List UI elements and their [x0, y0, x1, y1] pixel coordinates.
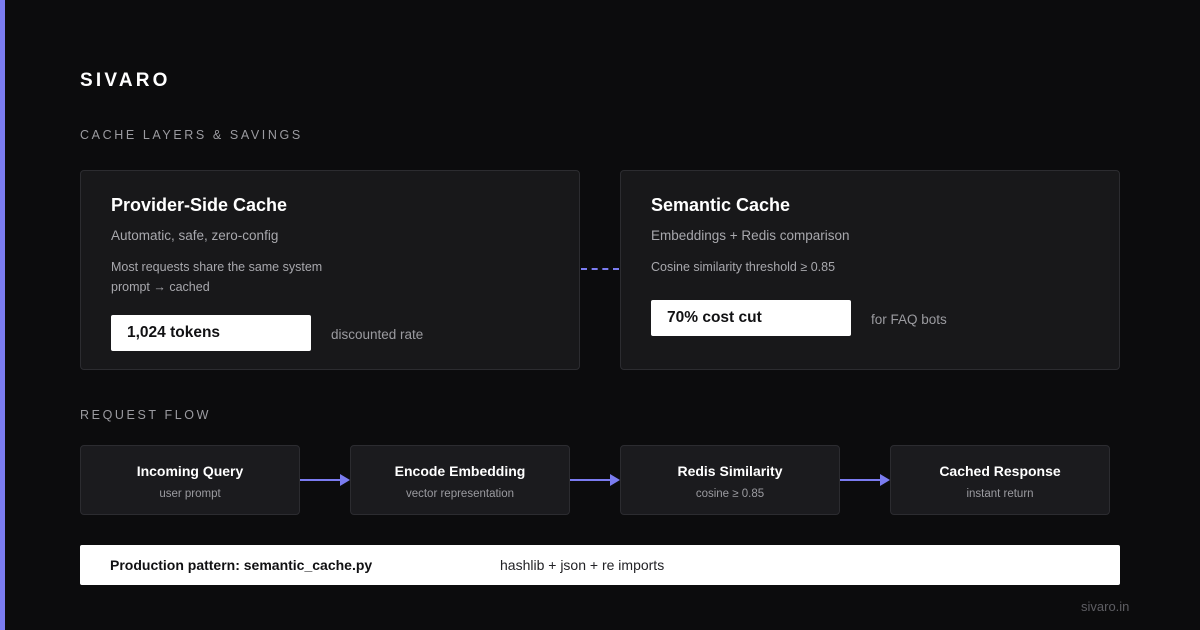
flow-arrow-icon	[300, 474, 350, 486]
section-label-cache: CACHE LAYERS & SAVINGS	[80, 128, 303, 142]
card-subtitle: Automatic, safe, zero-config	[111, 228, 279, 243]
flow-step-redis-similarity: Redis Similarity cosine ≥ 0.85	[620, 445, 840, 515]
brand-logo: SIVARO	[80, 70, 171, 91]
highlight-pill: 1,024 tokens	[111, 315, 311, 351]
section-label-flow: REQUEST FLOW	[80, 408, 211, 422]
provider-cache-card: Provider-Side Cache Automatic, safe, zer…	[80, 170, 580, 370]
accent-bar	[0, 0, 5, 630]
flow-step-title: Redis Similarity	[677, 463, 783, 479]
footer-banner: Production pattern: semantic_cache.py ha…	[80, 545, 1120, 585]
highlight-note: for FAQ bots	[871, 312, 947, 327]
highlight-note: discounted rate	[331, 327, 424, 342]
card-title: Provider-Side Cache	[111, 195, 288, 215]
flow-step-subtitle: vector representation	[405, 488, 515, 500]
footer-note: hashlib + json + re imports	[500, 557, 665, 573]
card-note: Cosine similarity threshold ≥ 0.85	[651, 260, 836, 274]
flow-step-title: Incoming Query	[136, 463, 244, 479]
card-title: Semantic Cache	[651, 195, 791, 215]
flow-step-subtitle: cosine ≥ 0.85	[695, 488, 765, 500]
card-note: Most requests share the same system prom…	[111, 260, 323, 294]
semantic-cache-card: Semantic Cache Embeddings + Redis compar…	[620, 170, 1120, 370]
dashed-connector	[581, 268, 619, 270]
flow-arrow-icon	[570, 474, 620, 486]
flow-arrow-icon	[840, 474, 890, 486]
flow-step-subtitle: instant return	[966, 488, 1034, 500]
card-subtitle: Embeddings + Redis comparison	[651, 228, 850, 243]
highlight-pill: 70% cost cut	[651, 300, 851, 336]
flow-step-cached-response: Cached Response instant return	[890, 445, 1110, 515]
site-url: sivaro.in	[1081, 599, 1130, 614]
flow-step-subtitle: user prompt	[159, 488, 221, 500]
flow-step-title: Encode Embedding	[394, 463, 526, 479]
flow-step-title: Cached Response	[939, 463, 1061, 479]
flow-step-encode-embedding: Encode Embedding vector representation	[350, 445, 570, 515]
flow-step-incoming-query: Incoming Query user prompt	[80, 445, 300, 515]
footer-title: Production pattern: semantic_cache.py	[110, 557, 373, 573]
